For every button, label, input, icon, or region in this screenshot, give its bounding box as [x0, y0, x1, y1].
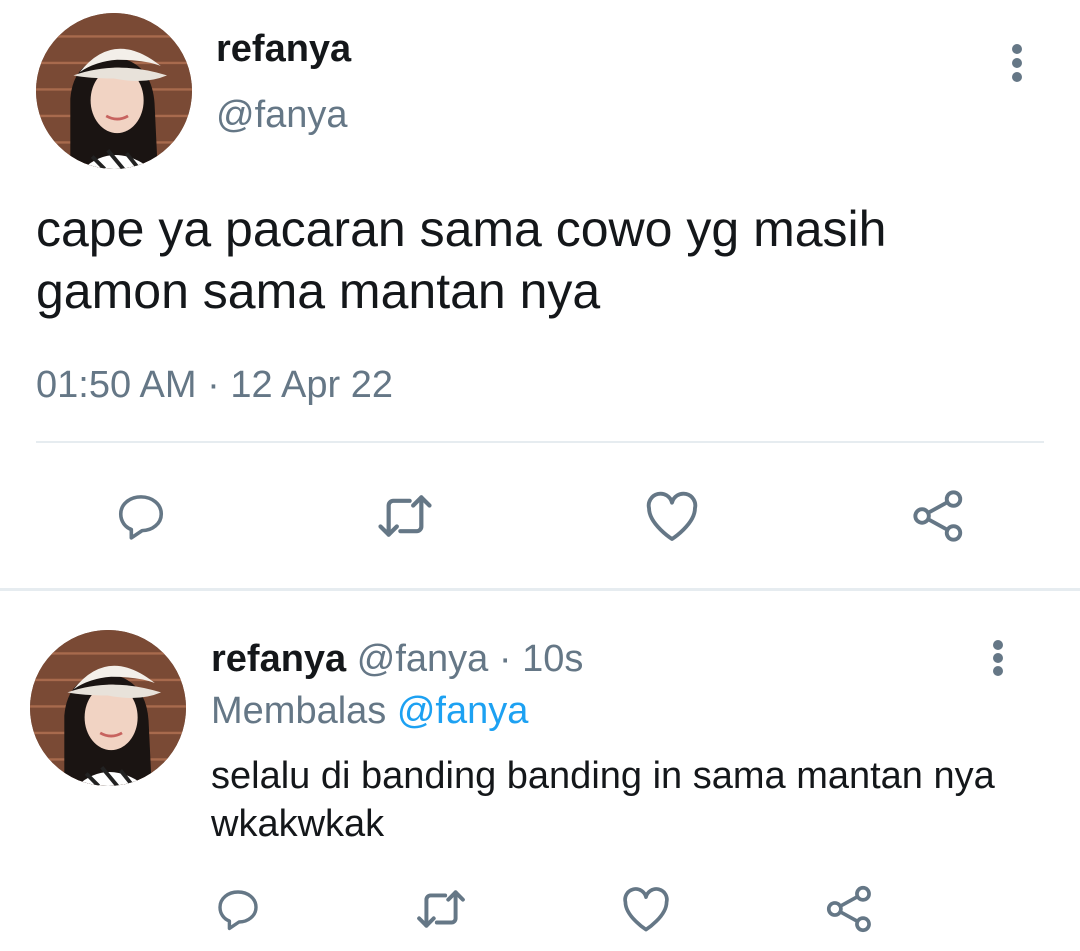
reply-tweet-time[interactable]: 10s [522, 638, 583, 680]
like-icon [646, 491, 698, 541]
like-icon [623, 887, 669, 932]
tweet-separator [0, 588, 1080, 591]
share-icon [913, 490, 963, 542]
main-tweet-more-icon[interactable] [1007, 44, 1027, 82]
retweet-icon [378, 495, 432, 537]
reply-tweet-text: selalu di banding banding in sama mantan… [211, 755, 995, 845]
like-button[interactable] [618, 882, 674, 936]
share-button[interactable] [908, 486, 970, 546]
avatar-image [36, 13, 192, 169]
retweet-button[interactable] [410, 882, 472, 936]
retweet-icon [417, 890, 465, 928]
reply-tweet-header: refanya @fanya · 10s [211, 636, 583, 682]
main-tweet-display-name[interactable]: refanya [216, 26, 351, 72]
reply-tweet-more-icon[interactable] [988, 640, 1008, 676]
replying-to-mention[interactable]: @fanya [397, 690, 529, 732]
reply-icon [218, 890, 258, 931]
reply-tweet-display-name[interactable]: refanya [211, 638, 346, 680]
reply-tweet-handle[interactable]: @fanya [357, 638, 489, 680]
main-tweet-text: cape ya pacaran sama cowo yg masih gamon… [36, 201, 887, 319]
main-tweet-avatar[interactable] [36, 13, 192, 169]
like-button[interactable] [641, 486, 703, 546]
retweet-button[interactable] [370, 486, 440, 546]
share-icon [826, 885, 871, 933]
replying-to: Membalas @fanya [211, 688, 528, 734]
main-tweet-handle[interactable]: @fanya [216, 92, 348, 138]
main-tweet-divider [36, 441, 1044, 443]
reply-tweet-avatar[interactable] [30, 630, 186, 786]
reply-icon [118, 495, 164, 540]
main-tweet-timestamp[interactable]: 01:50 AM · 12 Apr 22 [36, 362, 393, 408]
avatar-image [30, 630, 186, 786]
reply-button[interactable] [210, 882, 266, 936]
share-button[interactable] [822, 882, 878, 936]
reply-tweet-separator: · [498, 638, 512, 680]
replying-to-label: Membalas [211, 690, 387, 732]
reply-button[interactable] [110, 486, 172, 546]
